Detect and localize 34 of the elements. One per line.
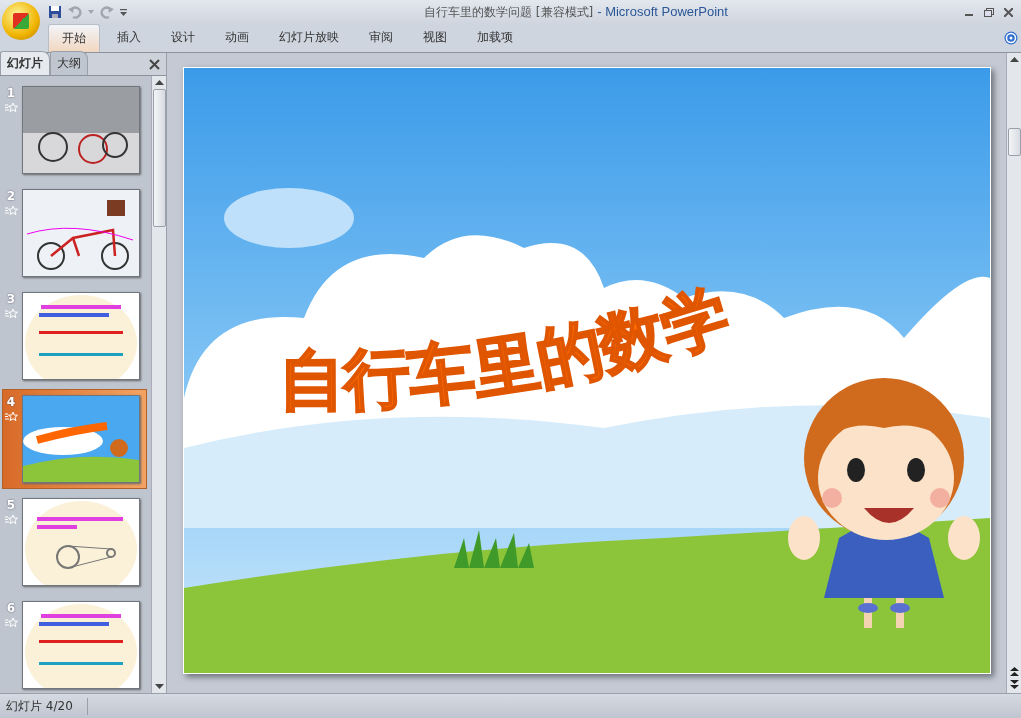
slide-number: 1	[6, 86, 16, 100]
scrollbar-thumb[interactable]	[152, 89, 166, 227]
scroll-up-icon[interactable]	[154, 80, 164, 85]
ribbon-tab[interactable]: 加载项	[464, 24, 526, 52]
pane-tab[interactable]: 幻灯片	[0, 51, 50, 75]
ribbon-tab[interactable]: 设计	[158, 24, 208, 52]
office-button[interactable]	[2, 2, 40, 40]
scrollbar-thumb[interactable]	[1007, 128, 1021, 156]
slide-number: 4	[6, 395, 16, 409]
restore-icon[interactable]	[984, 7, 994, 17]
pane-tab[interactable]: 大纲	[50, 51, 88, 75]
help-icon[interactable]	[1004, 31, 1018, 45]
slide-number: 5	[6, 498, 16, 512]
app-name: - Microsoft PowerPoint	[597, 3, 728, 19]
save-icon[interactable]	[48, 5, 62, 19]
close-icon[interactable]	[149, 59, 160, 70]
ribbon-tab[interactable]: 动画	[212, 24, 262, 52]
slide-title: 自行车里的数学	[278, 275, 738, 420]
ribbon-tab[interactable]: 审阅	[356, 24, 406, 52]
slide-number: 2	[6, 189, 16, 203]
close-icon[interactable]	[1004, 7, 1013, 17]
ribbon-tab[interactable]: 插入	[104, 24, 154, 52]
previous-slide-icon[interactable]	[1009, 667, 1019, 676]
slide-indicator: 幻灯片 4/20	[0, 697, 88, 715]
scroll-up-icon[interactable]	[1009, 57, 1019, 62]
slide-number: 3	[6, 292, 16, 306]
customize-caret-icon[interactable]	[120, 8, 127, 16]
ribbon-tab[interactable]: 幻灯片放映	[266, 24, 352, 52]
window-title: 自行车里的数学问题 [兼容模式]	[424, 4, 594, 19]
next-slide-icon[interactable]	[1009, 680, 1019, 689]
ribbon-tab[interactable]: 开始	[48, 24, 100, 52]
scroll-down-icon[interactable]	[154, 684, 164, 689]
slide-number: 6	[6, 601, 16, 615]
ribbon-tab[interactable]: 视图	[410, 24, 460, 52]
